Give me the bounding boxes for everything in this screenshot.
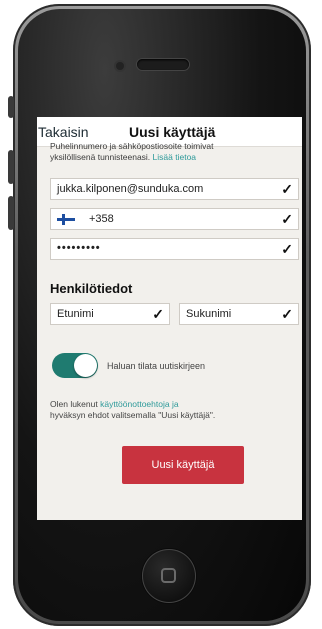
checkmark-icon: ✓: [152, 306, 164, 322]
more-info-link[interactable]: Lisää tietoa: [153, 152, 196, 162]
intro-text: Puhelinnumero ja sähköpostiosoite toimiv…: [50, 141, 300, 163]
app-screen: Takaisin Uusi käyttäjä Puhelinnumero ja …: [37, 117, 302, 520]
newsletter-label: Haluan tilata uutiskirjeen: [107, 361, 206, 371]
back-button[interactable]: Takaisin: [38, 124, 89, 140]
finland-flag-icon[interactable]: [57, 214, 75, 225]
newsletter-toggle[interactable]: [52, 353, 98, 378]
password-value: •••••••••: [57, 242, 101, 254]
last-name-placeholder: Sukunimi: [186, 308, 232, 320]
intro-line-1: Puhelinnumero ja sähköpostiosoite toimiv…: [50, 141, 214, 151]
earpiece-speaker: [137, 59, 189, 70]
phone-country-code: +358: [89, 213, 114, 225]
mute-switch: [8, 96, 14, 118]
volume-up-button: [8, 150, 14, 184]
checkmark-icon: ✓: [281, 306, 293, 322]
email-value: jukka.kilponen@sunduka.com: [57, 183, 204, 195]
create-user-button[interactable]: Uusi käyttäjä: [122, 446, 244, 484]
first-name-placeholder: Etunimi: [57, 308, 94, 320]
home-button-icon: [161, 568, 176, 583]
checkmark-icon: ✓: [281, 241, 293, 257]
front-camera-icon: [116, 62, 124, 70]
last-name-field[interactable]: Sukunimi ✓: [179, 303, 299, 325]
intro-line-2: yksilöllisenä tunnisteenasi.: [50, 152, 151, 162]
terms-prefix: Olen lukenut: [50, 399, 98, 409]
terms-link[interactable]: käyttöönottoehtoja ja: [100, 399, 178, 409]
toggle-knob: [74, 354, 97, 377]
terms-text: Olen lukenut käyttöönottoehtoja ja hyväk…: [50, 399, 300, 421]
personal-info-heading: Henkilötiedot: [50, 281, 133, 296]
password-field[interactable]: ••••••••• ✓: [50, 238, 299, 260]
email-field[interactable]: jukka.kilponen@sunduka.com ✓: [50, 178, 299, 200]
terms-suffix: hyväksyn ehdot valitsemalla "Uusi käyttä…: [50, 410, 216, 420]
first-name-field[interactable]: Etunimi ✓: [50, 303, 170, 325]
phone-field[interactable]: +358 ✓: [50, 208, 299, 230]
page-title: Uusi käyttäjä: [129, 124, 216, 140]
checkmark-icon: ✓: [281, 181, 293, 197]
checkmark-icon: ✓: [281, 211, 293, 227]
volume-down-button: [8, 196, 14, 230]
